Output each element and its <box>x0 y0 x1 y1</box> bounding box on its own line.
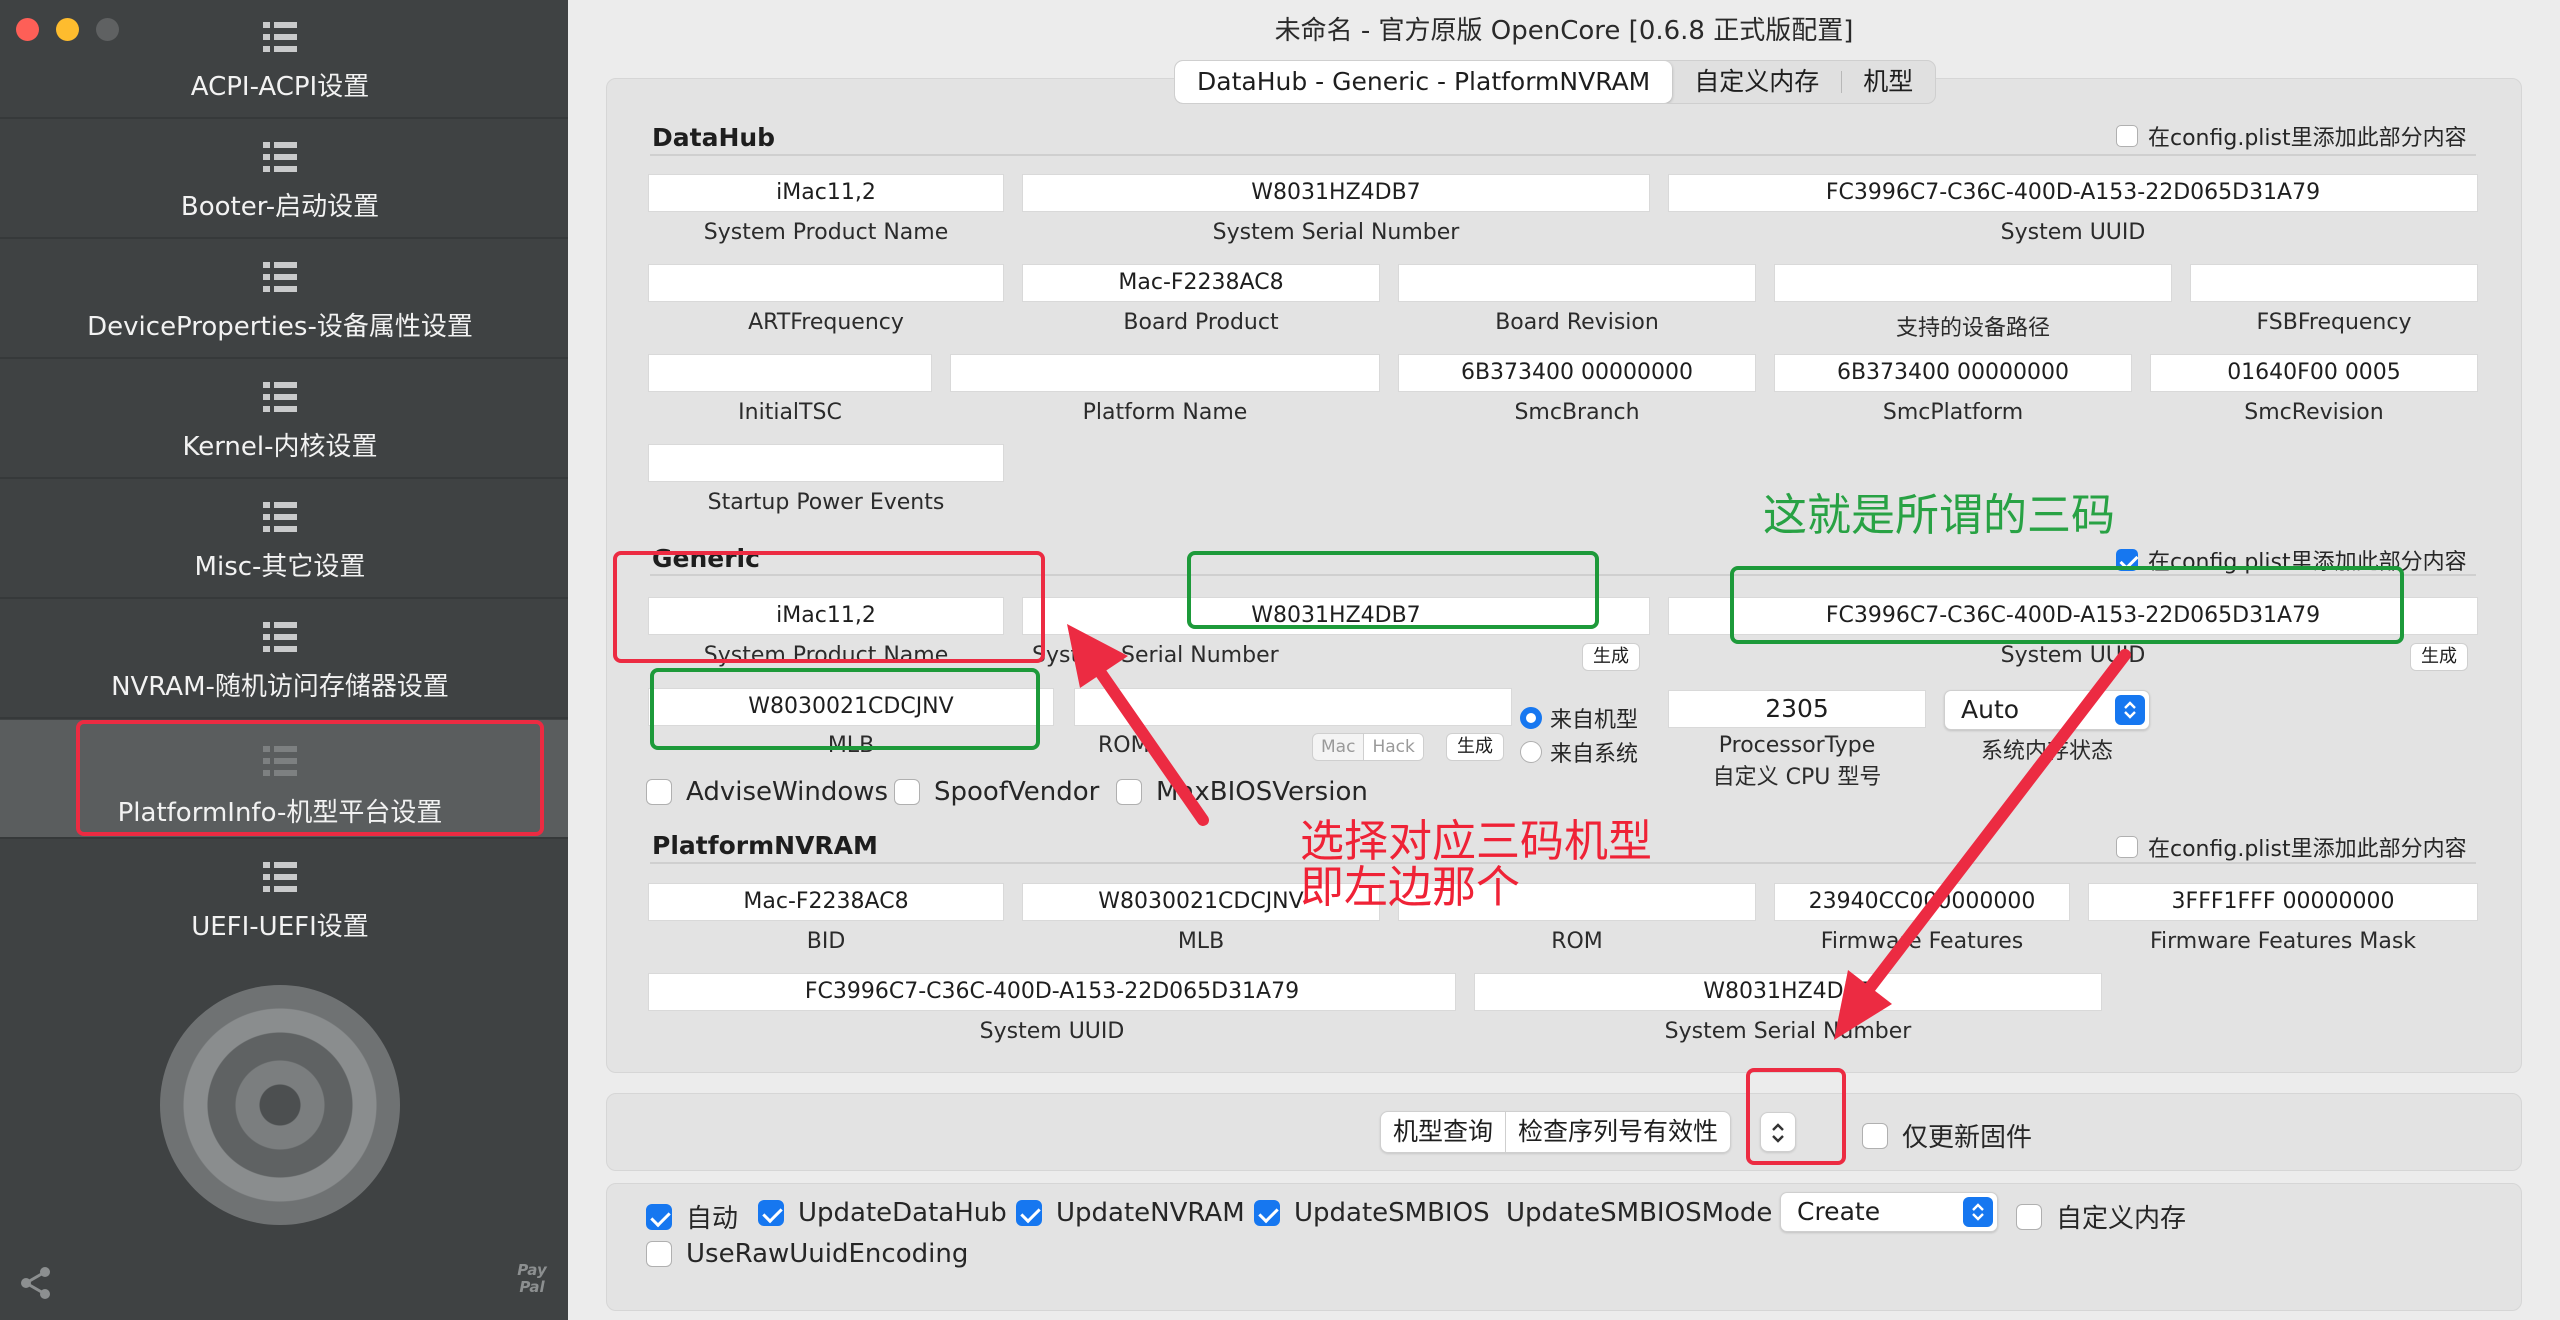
annotation-arrows <box>1067 624 2131 1040</box>
arrow-to-product-name <box>1067 624 1209 826</box>
arrow-uuid-to-nvram-serial <box>1834 649 2131 1040</box>
app-window: ACPI-ACPI设置 Booter-启动设置 DeviceProperties… <box>0 0 2560 1320</box>
